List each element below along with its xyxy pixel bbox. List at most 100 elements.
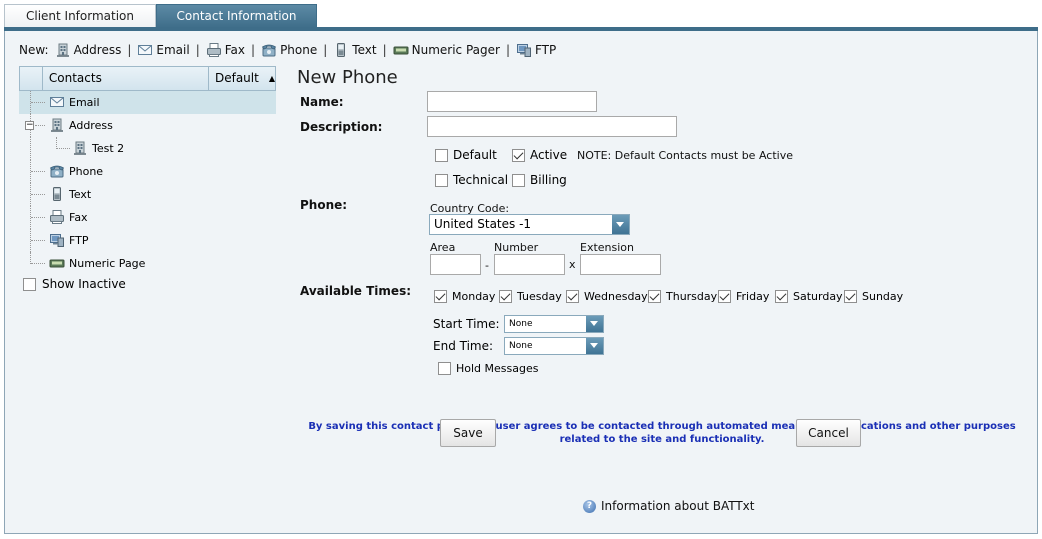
- tree-item-fax[interactable]: Fax: [19, 206, 276, 229]
- show-inactive-checkbox[interactable]: [23, 277, 36, 291]
- active-label: Active: [530, 148, 568, 162]
- billing-option: Billing: [512, 173, 567, 187]
- tree-item-label: Fax: [69, 211, 88, 224]
- wednesday-checkbox[interactable]: [566, 290, 579, 303]
- country-code-select[interactable]: United States -1: [429, 214, 630, 235]
- consent-notice: By saving this contact point, the user a…: [308, 421, 1016, 445]
- cancel-button[interactable]: Cancel: [796, 419, 861, 447]
- sunday-checkbox[interactable]: [844, 290, 857, 303]
- separator: |: [505, 43, 510, 57]
- new-fax-label: Fax: [224, 43, 246, 57]
- phone-icon: [261, 42, 277, 58]
- collapse-toggle-icon[interactable]: −: [25, 121, 34, 130]
- number-label: Number: [494, 241, 539, 254]
- tree-item-ftp[interactable]: FTP: [19, 229, 276, 252]
- tree-connector: [30, 91, 31, 114]
- new-contact-toolbar: New: Address | Email | Fax | Phone | Tex…: [19, 41, 556, 59]
- chevron-down-icon[interactable]: [586, 338, 603, 354]
- monday-checkbox[interactable]: [434, 290, 447, 303]
- tree-item-label: Address: [69, 119, 113, 132]
- tree-item-text[interactable]: Text: [19, 183, 276, 206]
- chevron-down-icon[interactable]: [612, 215, 629, 234]
- new-phone-link[interactable]: Phone: [261, 42, 317, 58]
- end-time-value: None: [509, 341, 533, 351]
- new-text-link[interactable]: Text: [333, 42, 377, 58]
- new-address-link[interactable]: Address: [55, 42, 122, 58]
- monday-label: Monday: [452, 290, 496, 303]
- tree-item-phone[interactable]: Phone: [19, 160, 276, 183]
- name-label: Name:: [300, 95, 344, 109]
- day-tuesday-option: Tuesday: [499, 290, 562, 303]
- save-button[interactable]: Save: [440, 419, 496, 447]
- available-times-label: Available Times:: [300, 284, 412, 298]
- tree-connector: [57, 148, 70, 149]
- tab-client-information[interactable]: Client Information: [4, 4, 156, 28]
- tuesday-checkbox[interactable]: [499, 290, 512, 303]
- separator: |: [382, 43, 387, 57]
- extension-x: x: [569, 258, 576, 271]
- help-icon: ?: [583, 499, 596, 513]
- envelope-icon: [49, 94, 65, 110]
- description-field[interactable]: [427, 116, 677, 137]
- tree-item-label: FTP: [69, 234, 89, 247]
- tree-item-address[interactable]: − Address: [19, 114, 276, 137]
- fax-icon: [49, 209, 65, 225]
- tree-item-test-2[interactable]: Test 2: [19, 137, 276, 160]
- default-checkbox[interactable]: [435, 148, 448, 162]
- tuesday-label: Tuesday: [517, 290, 562, 303]
- area-code-field[interactable]: [430, 254, 481, 275]
- new-fax-link[interactable]: Fax: [206, 42, 245, 58]
- new-email-link[interactable]: Email: [137, 42, 190, 58]
- default-column-header[interactable]: Default ▲: [209, 67, 275, 90]
- new-phone-label: Phone: [280, 43, 318, 57]
- saturday-checkbox[interactable]: [775, 290, 788, 303]
- battxt-info-label: Information about BATTxt: [601, 499, 755, 513]
- billing-checkbox[interactable]: [512, 173, 525, 187]
- mobile-icon: [333, 42, 349, 58]
- extension-field[interactable]: [580, 254, 661, 275]
- tree-item-email[interactable]: Email: [19, 91, 276, 114]
- new-ftp-link[interactable]: FTP: [516, 42, 556, 58]
- ftp-icon: [49, 232, 65, 248]
- thursday-checkbox[interactable]: [648, 290, 661, 303]
- tree-item-label: Numeric Page: [69, 257, 146, 270]
- day-monday-option: Monday: [434, 290, 495, 303]
- end-time-select[interactable]: None: [504, 337, 604, 355]
- day-thursday-option: Thursday: [648, 290, 717, 303]
- name-field[interactable]: [427, 91, 597, 112]
- tree-connector: [31, 217, 45, 218]
- phone-icon: [49, 163, 65, 179]
- ftp-icon: [516, 42, 532, 58]
- technical-checkbox[interactable]: [435, 173, 448, 187]
- contacts-column-header[interactable]: Contacts: [43, 67, 209, 90]
- default-option: Default: [435, 148, 497, 162]
- contact-information-panel: New: Address | Email | Fax | Phone | Tex…: [4, 31, 1038, 534]
- contacts-tree-header: Contacts Default ▲: [19, 66, 276, 91]
- battxt-info-link[interactable]: ? Information about BATTxt: [583, 499, 754, 513]
- wednesday-label: Wednesday: [584, 290, 648, 303]
- friday-checkbox[interactable]: [718, 290, 731, 303]
- building-icon: [55, 42, 71, 58]
- active-option: Active: [512, 148, 567, 162]
- building-icon: [49, 117, 65, 133]
- hold-messages-option: Hold Messages: [438, 362, 538, 375]
- new-email-label: Email: [156, 43, 190, 57]
- separator: |: [251, 43, 256, 57]
- end-time-label: End Time:: [433, 339, 494, 353]
- chevron-down-icon[interactable]: [586, 316, 603, 332]
- default-active-note: NOTE: Default Contacts must be Active: [577, 149, 793, 162]
- technical-label: Technical: [453, 173, 509, 187]
- contacts-tree: Contacts Default ▲ Email − Address Test …: [19, 66, 276, 275]
- show-inactive-label: Show Inactive: [42, 277, 126, 291]
- phone-number-field[interactable]: [494, 254, 565, 275]
- new-address-label: Address: [73, 43, 122, 57]
- tree-item-label: Test 2: [92, 142, 125, 155]
- technical-option: Technical: [435, 173, 508, 187]
- start-time-select[interactable]: None: [504, 315, 604, 333]
- tree-item-numeric-page[interactable]: Numeric Page: [19, 252, 276, 275]
- tab-contact-information[interactable]: Contact Information: [156, 4, 317, 28]
- active-checkbox[interactable]: [512, 148, 525, 162]
- building-icon: [72, 140, 88, 156]
- hold-messages-checkbox[interactable]: [438, 362, 451, 375]
- new-numeric-pager-link[interactable]: Numeric Pager: [393, 42, 500, 58]
